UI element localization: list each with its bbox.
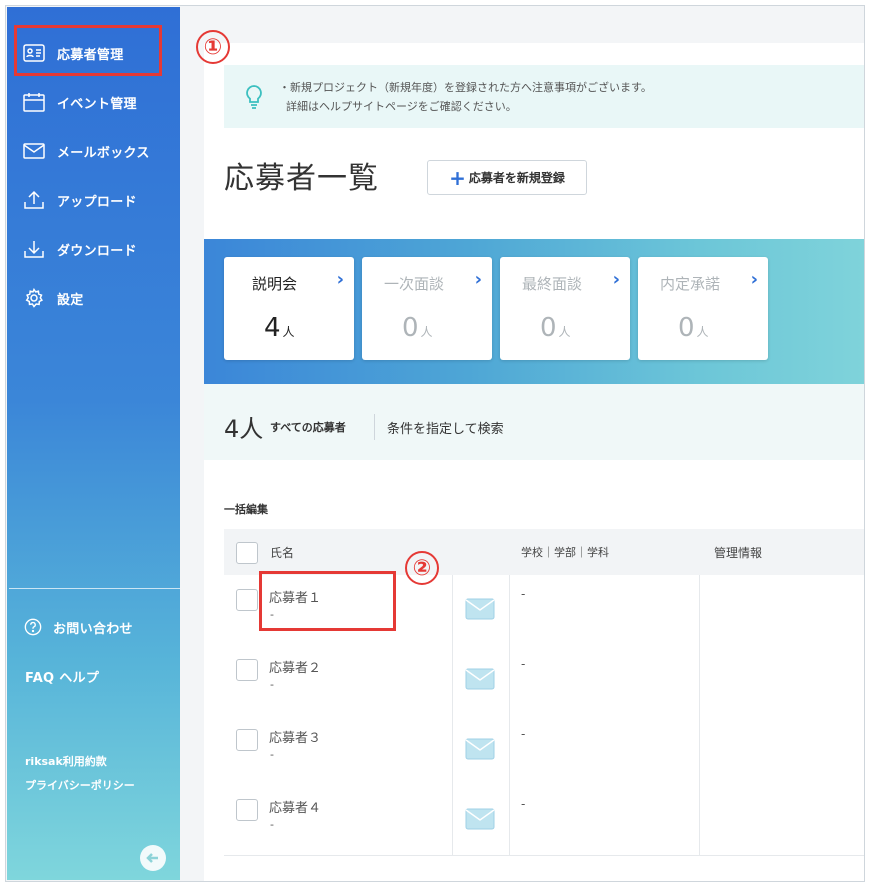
total-applicants: 4人 xyxy=(224,415,264,443)
row-checkbox[interactable] xyxy=(236,589,258,611)
callout-box-1 xyxy=(14,25,162,76)
download-icon xyxy=(24,241,44,258)
app-window: 応募者管理 イベント管理 メールボックス アップロード ダウンロード 設定 お問… xyxy=(5,5,865,882)
sidebar-item-label: 設定 xyxy=(57,292,84,308)
sidebar-item-label: イベント管理 xyxy=(57,96,137,112)
sidebar: 応募者管理 イベント管理 メールボックス アップロード ダウンロード 設定 お問… xyxy=(7,7,180,880)
page-title: 応募者一覧 xyxy=(224,161,379,196)
bulk-edit-link[interactable]: 一括編集 xyxy=(224,501,268,517)
callout-box-2 xyxy=(259,571,396,631)
sidebar-item-mailbox[interactable]: メールボックス xyxy=(23,136,150,166)
sidebar-item-upload[interactable]: アップロード xyxy=(23,185,137,215)
terms-link[interactable]: riksak利用約款 xyxy=(25,753,107,769)
chevron-right-icon: › xyxy=(474,269,482,290)
applicant-name-link[interactable]: 応募者２ xyxy=(269,657,321,676)
lightbulb-icon xyxy=(246,85,262,109)
callout-number-2: ② xyxy=(405,551,439,585)
divider xyxy=(374,414,375,440)
collapse-sidebar-button[interactable] xyxy=(140,845,166,871)
sidebar-divider xyxy=(9,588,180,589)
upload-icon xyxy=(24,190,44,209)
table-row: 応募者２ - - xyxy=(224,645,864,716)
notice-banner: ・新規プロジェクト（新規年度）を登録された方へ注意事項がございます。 詳細はヘル… xyxy=(224,65,864,128)
row-checkbox[interactable] xyxy=(236,659,258,681)
gear-icon xyxy=(25,288,43,308)
condition-search-link[interactable]: 条件を指定して検索 xyxy=(387,418,504,437)
table-row: 応募者４ - - xyxy=(224,785,864,856)
applicant-count-row: 4人 すべての応募者 条件を指定して検索 xyxy=(204,384,864,460)
register-applicant-button[interactable]: + 応募者を新規登録 xyxy=(427,160,587,195)
mail-icon[interactable] xyxy=(465,737,495,761)
chevron-right-icon: › xyxy=(750,269,758,290)
chevron-right-icon: › xyxy=(336,269,344,290)
stage-summary-band: 説明会 › 4人 一次面談 › 0人 最終面談 › 0人 内定承諾 › 0人 xyxy=(204,239,864,384)
column-header-name[interactable]: 氏名 xyxy=(270,544,294,561)
envelope-icon xyxy=(23,143,45,159)
notice-text: ・新規プロジェクト（新規年度）を登録された方へ注意事項がございます。 詳細はヘル… xyxy=(279,81,652,113)
all-applicants-label[interactable]: すべての応募者 xyxy=(270,419,346,435)
mail-icon[interactable] xyxy=(465,597,495,621)
mail-icon[interactable] xyxy=(465,807,495,831)
question-circle-icon xyxy=(24,618,42,636)
stage-card-first-interview[interactable]: 一次面談 › 0人 xyxy=(362,257,492,360)
sidebar-item-download[interactable]: ダウンロード xyxy=(23,234,137,264)
stage-card-final-interview[interactable]: 最終面談 › 0人 xyxy=(500,257,630,360)
sidebar-item-label: ダウンロード xyxy=(57,243,137,259)
chevron-right-icon: › xyxy=(612,269,620,290)
contact-link[interactable]: お問い合わせ xyxy=(23,612,133,642)
select-all-checkbox[interactable] xyxy=(236,542,258,564)
privacy-policy-link[interactable]: プライバシーポリシー xyxy=(25,777,135,793)
plus-icon: + xyxy=(449,165,466,190)
callout-number-1: ① xyxy=(196,30,230,64)
applicant-name-link[interactable]: 応募者４ xyxy=(269,797,321,816)
column-header-school: 学校｜学部｜学科 xyxy=(521,546,609,559)
applicant-name-link[interactable]: 応募者３ xyxy=(269,727,321,746)
row-checkbox[interactable] xyxy=(236,799,258,821)
stage-card-offer-accepted[interactable]: 内定承諾 › 0人 xyxy=(638,257,768,360)
sidebar-item-events[interactable]: イベント管理 xyxy=(23,87,137,117)
row-checkbox[interactable] xyxy=(236,729,258,751)
sidebar-item-settings[interactable]: 設定 xyxy=(23,283,84,313)
faq-help-link[interactable]: FAQ ヘルプ xyxy=(25,661,99,691)
table-row: 応募者３ - - xyxy=(224,715,864,786)
main-content: ・新規プロジェクト（新規年度）を登録された方へ注意事項がございます。 詳細はヘル… xyxy=(204,43,864,881)
sidebar-item-label: メールボックス xyxy=(57,145,150,161)
column-header-management: 管理情報 xyxy=(714,546,763,560)
arrow-left-icon xyxy=(146,853,158,863)
calendar-icon xyxy=(23,93,45,112)
table-header: 氏名 学校｜学部｜学科 管理情報 xyxy=(224,529,864,575)
stage-card-briefing[interactable]: 説明会 › 4人 xyxy=(224,257,354,360)
mail-icon[interactable] xyxy=(465,667,495,691)
sidebar-item-label: アップロード xyxy=(57,194,137,210)
